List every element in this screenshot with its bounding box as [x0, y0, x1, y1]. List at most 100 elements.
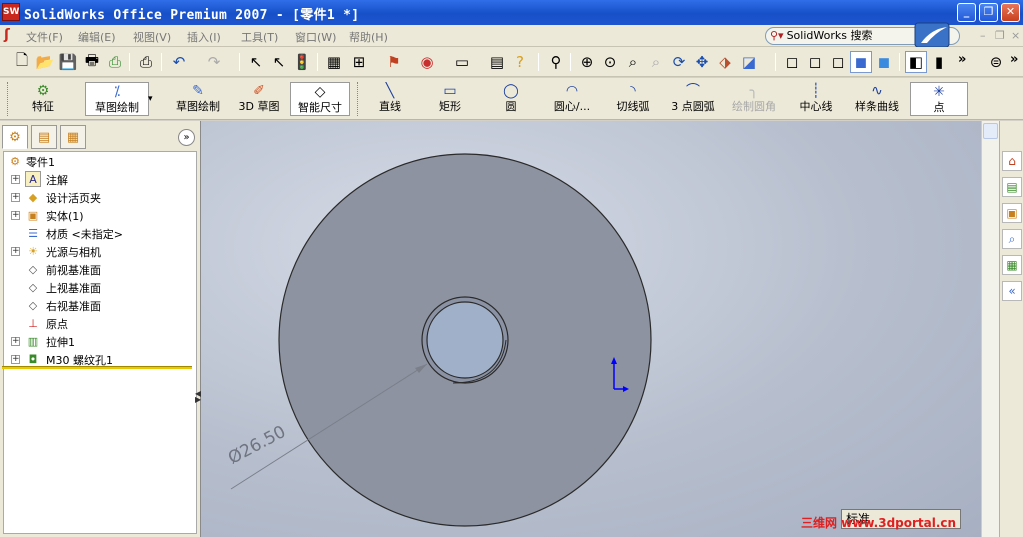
configuration-manager-tab[interactable]: ▦: [60, 125, 86, 149]
cmd-point[interactable]: ✳ 点: [910, 82, 968, 116]
task-pane-explorer-icon[interactable]: ▣: [1002, 203, 1022, 223]
doc-minimize-button[interactable]: –: [980, 29, 986, 42]
line-icon: ╲: [385, 83, 395, 99]
cmd-line[interactable]: ╲ 直线: [370, 82, 410, 116]
sheet-icon[interactable]: ⊞: [348, 51, 370, 73]
toolbar-chevron[interactable]: »: [958, 52, 966, 67]
menu-tools[interactable]: 工具(T): [241, 29, 278, 45]
select-filter-icon[interactable]: ↖: [268, 51, 290, 73]
component-icon[interactable]: ⚑: [383, 51, 405, 73]
feature-tree: ⚙ 零件1 + A 注解 + ◆ 设计活页夹 + ▣ 实体(1) ☰ 材质 <未…: [3, 151, 197, 534]
select-icon[interactable]: ↖: [245, 51, 267, 73]
menu-window[interactable]: 窗口(W): [295, 29, 336, 45]
cmd-rectangle[interactable]: ▭ 矩形: [430, 82, 470, 116]
cmd-smart-dimension[interactable]: ◇ 智能尺寸: [290, 82, 350, 116]
cmd-circle[interactable]: ◯ 圆: [496, 82, 526, 116]
print-icon[interactable]: 🖶: [81, 51, 103, 73]
vertical-scrollbar[interactable]: [981, 121, 999, 537]
sketch-icon: ⁒: [113, 84, 121, 100]
menu-file[interactable]: 文件(F): [26, 29, 63, 45]
help-icon[interactable]: ?: [509, 51, 531, 73]
new-file-icon[interactable]: 🗋: [11, 51, 33, 73]
smart-dimension-icon: ◇: [314, 84, 326, 100]
printer-icon[interactable]: ⎙: [135, 51, 157, 73]
toolbar-chevron-2[interactable]: »: [1010, 52, 1018, 67]
panel-split-handle[interactable]: ◀ ▶: [195, 390, 201, 415]
menu-view[interactable]: 视图(V): [133, 29, 171, 45]
zoom-to-fit-icon[interactable]: ⊕: [576, 51, 598, 73]
cmd-three-point-arc[interactable]: ⌒ 3 点圆弧: [666, 82, 720, 116]
hidden-lines-visible-icon[interactable]: ◻: [804, 51, 826, 73]
sketch-fillet-icon: ╮: [749, 83, 759, 99]
task-pane-search-icon[interactable]: ⌕: [1002, 229, 1022, 249]
help-swoosh-icon[interactable]: [913, 1, 951, 49]
rotate-icon[interactable]: ⟳: [668, 51, 690, 73]
annotation-icon: A: [25, 171, 41, 187]
task-pane-expand-icon[interactable]: «: [1002, 281, 1022, 301]
cmd-tangent-arc[interactable]: ◝ 切线弧: [612, 82, 654, 116]
cmd-centerline[interactable]: ┊ 中心线: [796, 82, 836, 116]
shadows-icon[interactable]: ◧: [905, 51, 927, 73]
scrollbar-thumb[interactable]: [983, 123, 998, 139]
search-icon[interactable]: ⚲▾: [770, 29, 784, 42]
plane-icon: ◇: [28, 298, 38, 312]
cmd-sketch-tab[interactable]: ⁒ 草图绘制: [85, 82, 149, 116]
task-pane-library-icon[interactable]: ▤: [1002, 177, 1022, 197]
origin-icon: ⊥: [28, 316, 38, 330]
property-manager-tab[interactable]: ▤: [31, 125, 57, 149]
toolbar-options-icon[interactable]: ⊜: [985, 51, 1007, 73]
shaded-icon[interactable]: ◼: [873, 51, 895, 73]
doc-restore-button[interactable]: ❐: [995, 29, 1005, 42]
options-icon[interactable]: ▦: [323, 51, 345, 73]
cmd-3d-sketch[interactable]: ✐ 3D 草图: [234, 82, 284, 116]
menu-help[interactable]: 帮助(H): [349, 29, 388, 45]
appearance-icon[interactable]: ◉: [416, 51, 438, 73]
restore-button[interactable]: ❐: [979, 3, 998, 22]
panel-tabs: ⚙ ▤ ▦ »: [2, 125, 197, 149]
cmd-spline[interactable]: ∿ 样条曲线: [850, 82, 904, 116]
close-button[interactable]: ✕: [1001, 3, 1020, 22]
properties-icon[interactable]: ▤: [486, 51, 508, 73]
cmd-sketch[interactable]: ✎ 草图绘制: [170, 82, 226, 116]
doc-close-button[interactable]: ×: [1011, 29, 1020, 42]
undo-icon[interactable]: ↶: [168, 51, 190, 73]
sketch-dropdown-arrow[interactable]: ▾: [148, 94, 153, 104]
view-orientation-icon[interactable]: ◪: [738, 51, 760, 73]
shaded-edges-icon[interactable]: ◼: [850, 51, 872, 73]
print-preview-icon[interactable]: ⎙: [104, 51, 126, 73]
cmd-centerpoint-arc[interactable]: ◠ 圆心/...: [546, 82, 598, 116]
pan-icon[interactable]: ✥: [691, 51, 713, 73]
window-layout-icon[interactable]: ▭: [451, 51, 473, 73]
roll-view-icon[interactable]: ⬗: [714, 51, 736, 73]
zoom-selection-icon[interactable]: ⌕: [645, 51, 667, 73]
rollback-bar[interactable]: [2, 366, 192, 369]
solidworks-window: SW SolidWorks Office Premium 2007 - [零件1…: [0, 0, 1023, 537]
solidworks-logo-icon[interactable]: SW: [2, 3, 20, 21]
cmd-sketch-fillet[interactable]: ╮ 绘制圆角: [728, 82, 780, 116]
solidworks-menu-icon[interactable]: ʃ: [4, 27, 20, 43]
save-icon[interactable]: 💾: [57, 51, 79, 73]
task-pane-home-icon[interactable]: ⌂: [1002, 151, 1022, 171]
hidden-lines-removed-icon[interactable]: ◻: [827, 51, 849, 73]
task-pane-palette-icon[interactable]: ▦: [1002, 255, 1022, 275]
graphics-area[interactable]: Ø26.50 标准 三维网 www.3dportal.cn: [201, 121, 981, 537]
cmd-features[interactable]: ⚙ 特征: [13, 82, 73, 116]
configuration-icon: ▦: [66, 129, 80, 145]
design-binder-icon: ◆: [28, 190, 38, 204]
open-file-icon[interactable]: 📂: [34, 51, 56, 73]
measure-icon[interactable]: ⚲: [545, 51, 567, 73]
plane-icon: ◇: [28, 280, 38, 294]
redo-icon[interactable]: ↷: [203, 51, 225, 73]
menu-insert[interactable]: 插入(I): [187, 29, 221, 45]
rebuild-icon[interactable]: 🚦: [291, 51, 313, 73]
lights-camera-icon: ☀: [28, 244, 38, 258]
zoom-in-out-icon[interactable]: ⌕: [622, 51, 644, 73]
minimize-button[interactable]: _: [957, 3, 976, 22]
wireframe-icon[interactable]: ◻: [781, 51, 803, 73]
feature-manager-tab[interactable]: ⚙: [2, 125, 28, 149]
hole-inner-edge[interactable]: [426, 301, 504, 379]
collapse-panel-button[interactable]: »: [178, 129, 195, 146]
menu-edit[interactable]: 编辑(E): [78, 29, 116, 45]
zoom-area-icon[interactable]: ⊙: [599, 51, 621, 73]
section-view-icon[interactable]: ▮: [928, 51, 950, 73]
